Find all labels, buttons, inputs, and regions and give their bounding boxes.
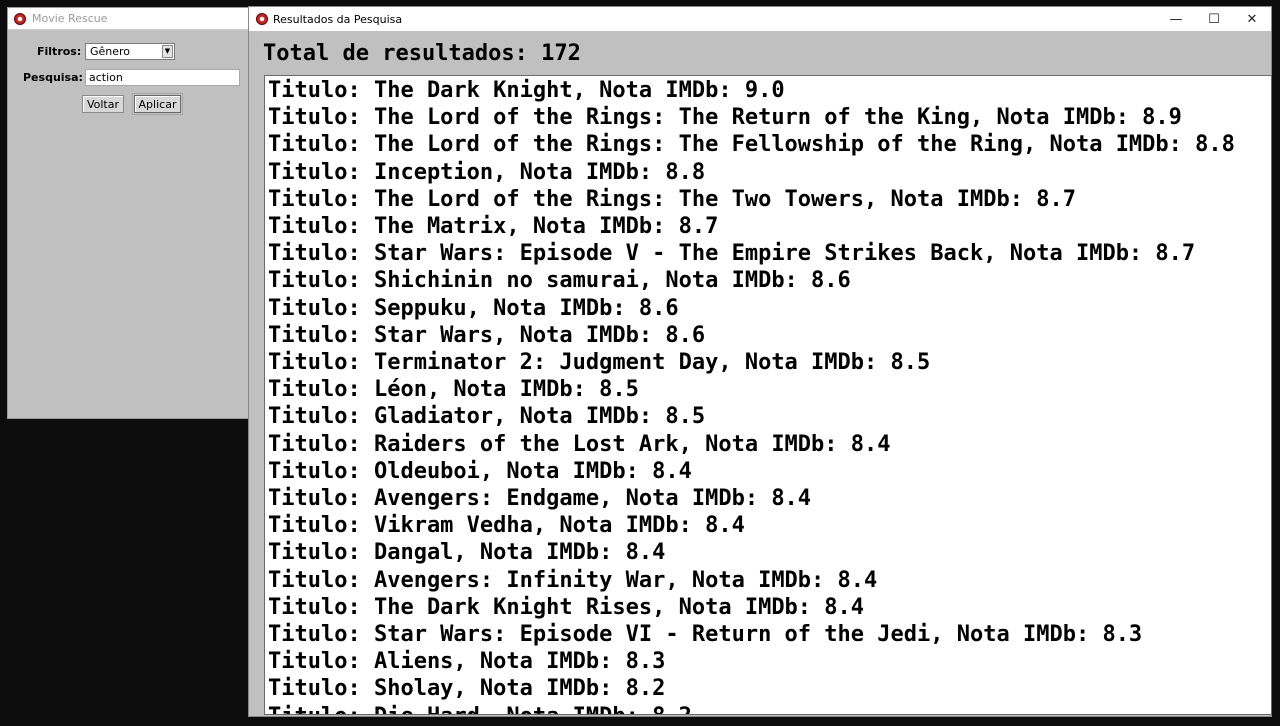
results-list[interactable]: Titulo: The Dark Knight, Nota IMDb: 9.0 T… — [264, 75, 1272, 715]
movie-rescue-window: Movie Rescue Filtros: Gênero ▼ Pesquisa:… — [7, 7, 259, 419]
list-item[interactable]: Titulo: Avengers: Infinity War, Nota IMD… — [265, 567, 1235, 594]
list-item[interactable]: Titulo: Dangal, Nota IMDb: 8.4 — [265, 539, 1235, 566]
search-label: Pesquisa: — [23, 71, 83, 84]
results-titlebar[interactable]: Resultados da Pesquisa — ☐ ✕ — [249, 7, 1271, 31]
list-item[interactable]: Titulo: Seppuku, Nota IMDb: 8.6 — [265, 295, 1235, 322]
list-item[interactable]: Titulo: Sholay, Nota IMDb: 8.2 — [265, 675, 1235, 702]
list-item[interactable]: Titulo: Gladiator, Nota IMDb: 8.5 — [265, 403, 1235, 430]
results-window: Resultados da Pesquisa — ☐ ✕ Total de re… — [248, 6, 1272, 717]
list-item[interactable]: Titulo: Aliens, Nota IMDb: 8.3 — [265, 648, 1235, 675]
window-title: Resultados da Pesquisa — [273, 12, 403, 26]
search-input[interactable] — [85, 69, 240, 86]
list-item[interactable]: Titulo: Die Hard, Nota IMDb: 8.2 — [265, 703, 1235, 714]
window-title: Movie Rescue — [32, 12, 108, 25]
maximize-icon[interactable]: ☐ — [1195, 7, 1233, 31]
list-item[interactable]: Titulo: Avengers: Endgame, Nota IMDb: 8.… — [265, 485, 1235, 512]
list-item[interactable]: Titulo: Star Wars: Episode VI - Return o… — [265, 621, 1235, 648]
list-item[interactable]: Titulo: Star Wars, Nota IMDb: 8.6 — [265, 322, 1235, 349]
apply-button[interactable]: Aplicar — [132, 93, 183, 115]
app-icon — [256, 13, 268, 25]
results-list-content: Titulo: The Dark Knight, Nota IMDb: 9.0 T… — [265, 77, 1235, 714]
back-button[interactable]: Voltar — [82, 95, 124, 113]
close-icon[interactable]: ✕ — [1233, 7, 1271, 31]
filter-select-value: Gênero — [90, 45, 131, 58]
filter-select[interactable]: Gênero ▼ — [85, 43, 175, 60]
list-item[interactable]: Titulo: Raiders of the Lost Ark, Nota IM… — [265, 431, 1235, 458]
list-item[interactable]: Titulo: Inception, Nota IMDb: 8.8 — [265, 159, 1235, 186]
list-item[interactable]: Titulo: The Dark Knight, Nota IMDb: 9.0 — [265, 77, 1235, 104]
list-item[interactable]: Titulo: Shichinin no samurai, Nota IMDb:… — [265, 267, 1235, 294]
filters-label: Filtros: — [37, 45, 82, 58]
list-item[interactable]: Titulo: The Lord of the Rings: The Retur… — [265, 104, 1235, 131]
app-icon — [14, 12, 26, 25]
list-item[interactable]: Titulo: Star Wars: Episode V - The Empir… — [265, 240, 1235, 267]
total-results-label: Total de resultados: 172 — [263, 41, 581, 66]
movie-rescue-titlebar[interactable]: Movie Rescue — [8, 8, 258, 30]
minimize-icon[interactable]: — — [1157, 7, 1195, 31]
list-item[interactable]: Titulo: Vikram Vedha, Nota IMDb: 8.4 — [265, 512, 1235, 539]
list-item[interactable]: Titulo: The Dark Knight Rises, Nota IMDb… — [265, 594, 1235, 621]
list-item[interactable]: Titulo: The Lord of the Rings: The Fello… — [265, 131, 1235, 158]
dropdown-arrow-icon[interactable]: ▼ — [162, 45, 173, 58]
list-item[interactable]: Titulo: Oldeuboi, Nota IMDb: 8.4 — [265, 458, 1235, 485]
list-item[interactable]: Titulo: The Matrix, Nota IMDb: 8.7 — [265, 213, 1235, 240]
list-item[interactable]: Titulo: Léon, Nota IMDb: 8.5 — [265, 376, 1235, 403]
list-item[interactable]: Titulo: Terminator 2: Judgment Day, Nota… — [265, 349, 1235, 376]
list-item[interactable]: Titulo: The Lord of the Rings: The Two T… — [265, 186, 1235, 213]
